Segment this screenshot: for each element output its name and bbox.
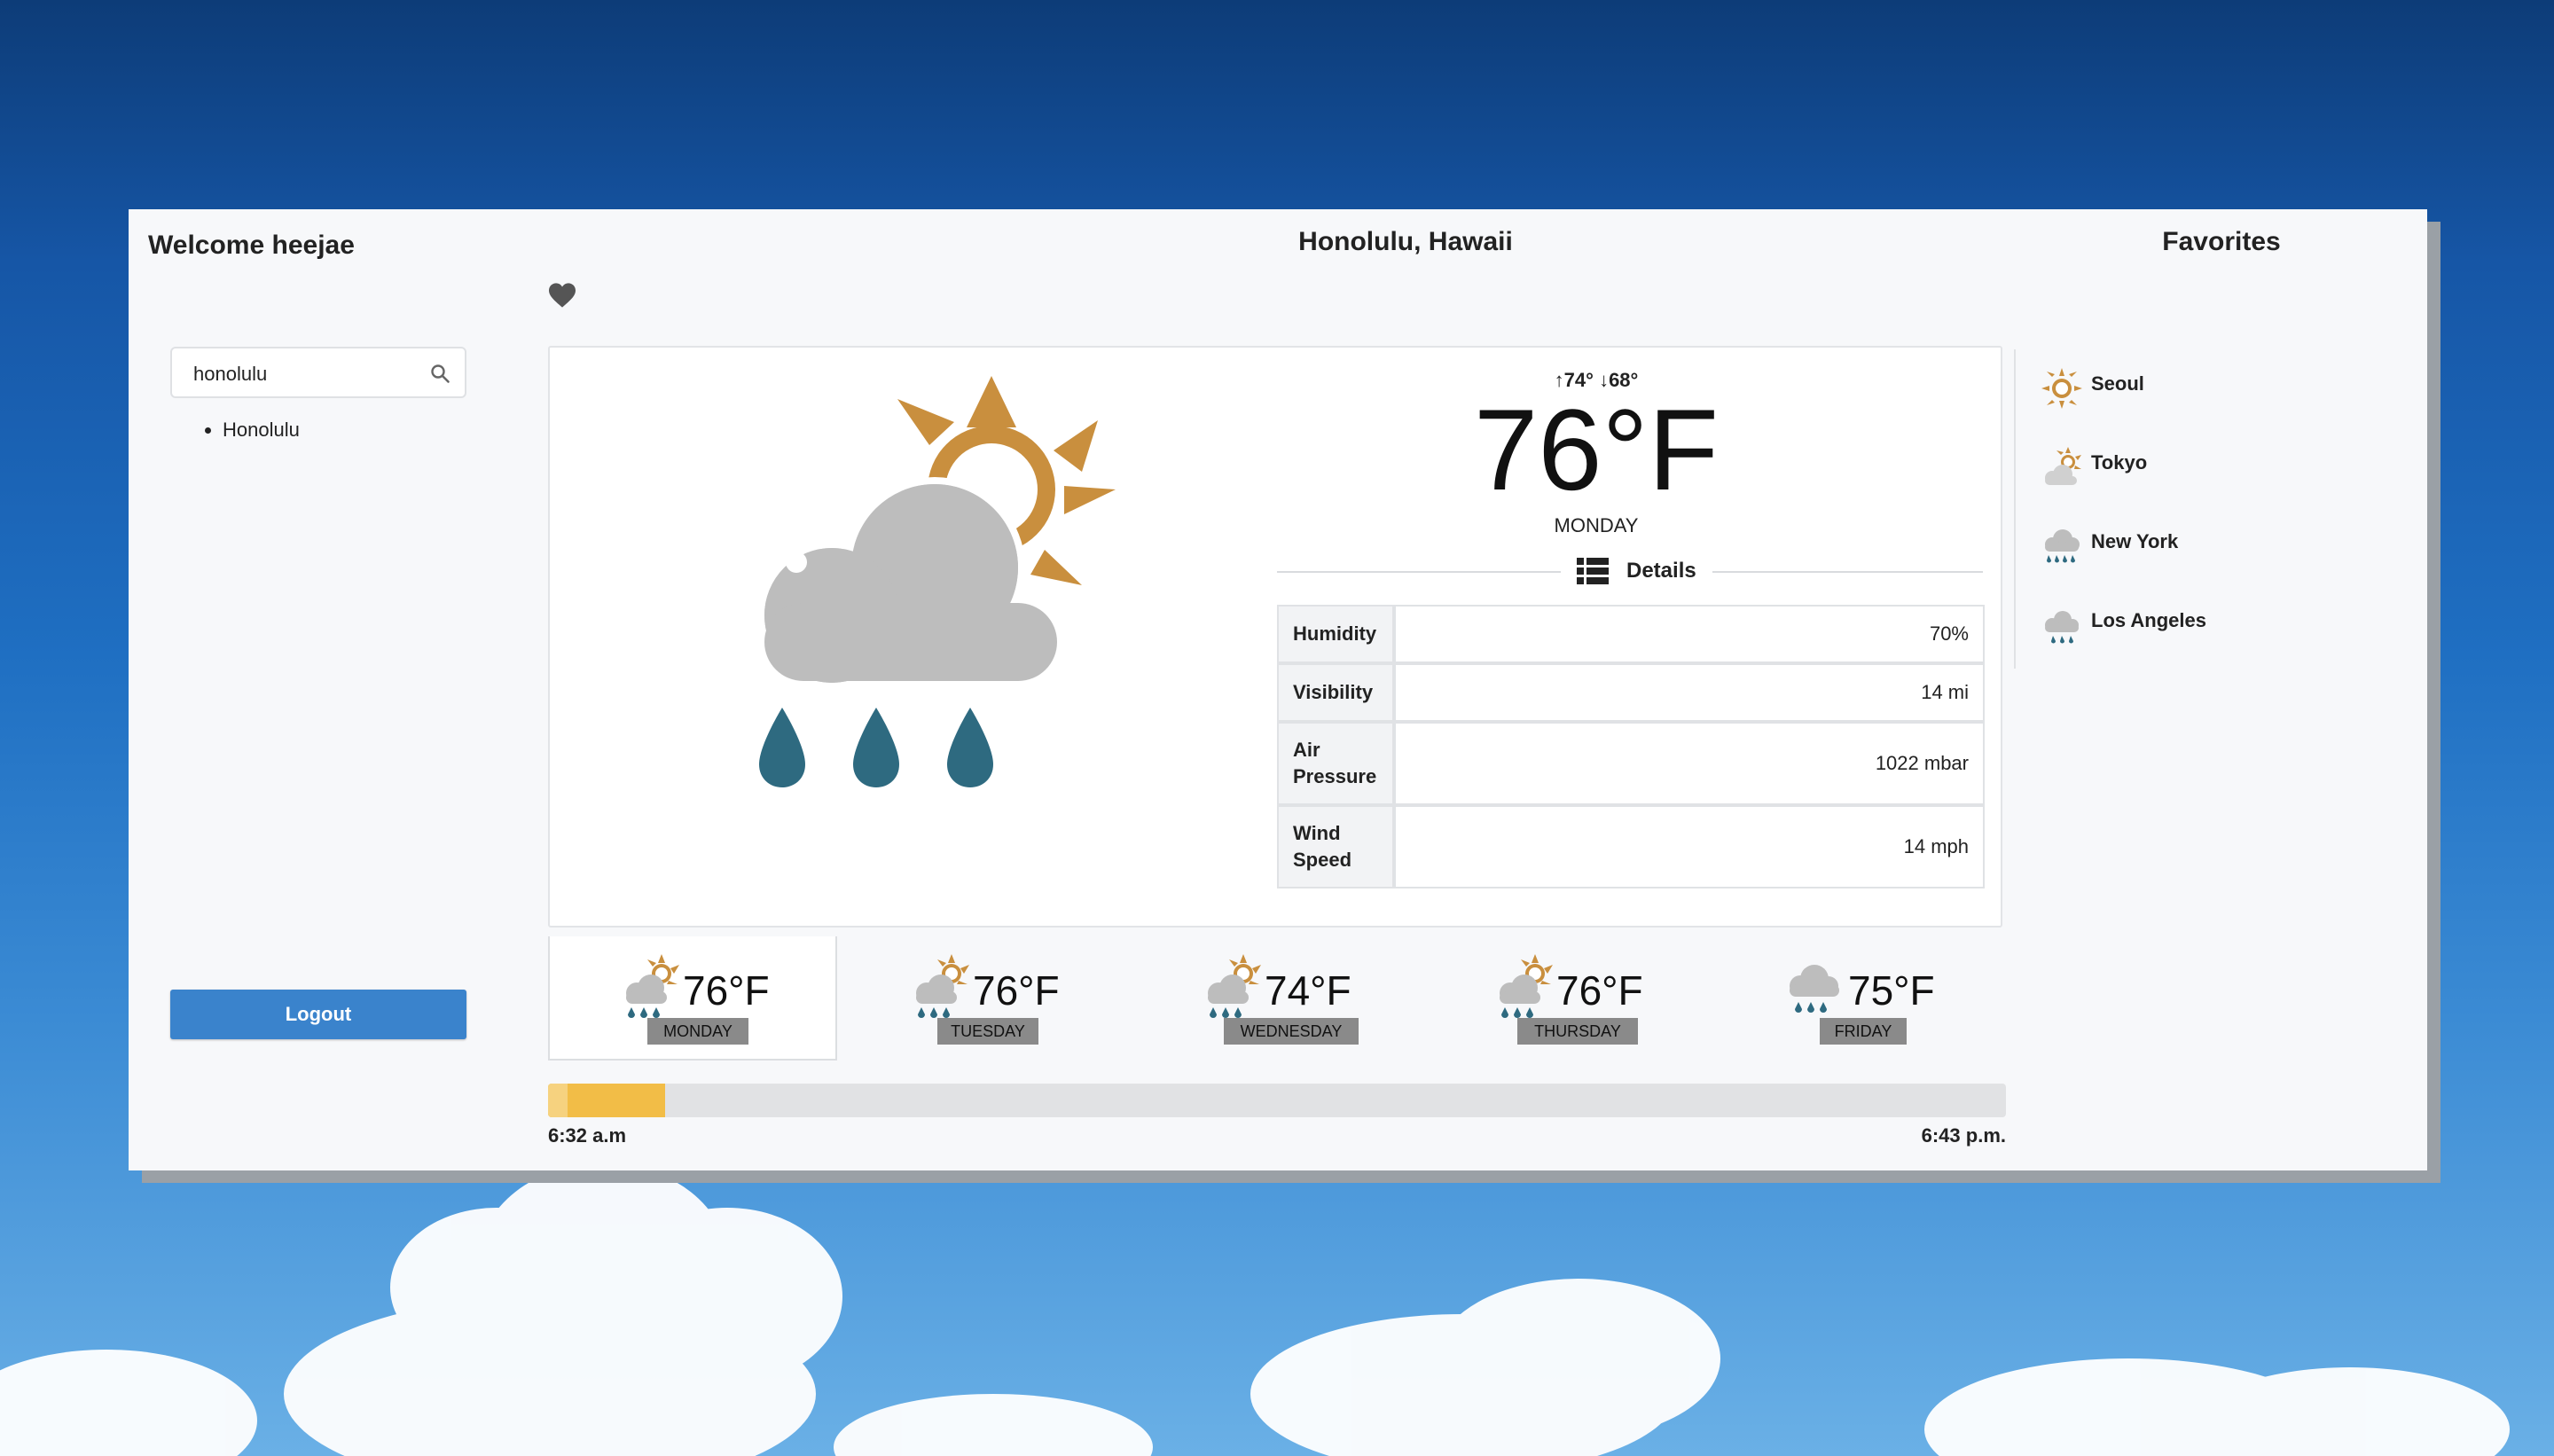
weather-card: Welcome heejae Honolulu, Hawaii Favorite… (129, 209, 2427, 1170)
rain-cloud-icon (2045, 529, 2080, 563)
rain-partly-sunny-icon (916, 954, 969, 1018)
table-row: Air Pressure 1022 mbar (1277, 722, 1985, 805)
table-row: Wind Speed 14 mph (1277, 805, 1985, 888)
detail-value: 14 mi (1394, 663, 1985, 722)
partly-sunny-icon (2045, 447, 2081, 485)
current-weather-panel: ↑74° ↓68° 76°F MONDAY Details Humidity 7… (548, 346, 2002, 928)
sunset-time: 6:43 p.m. (1921, 1124, 2006, 1147)
details-table: Humidity 70% Visibility 14 mi Air Pressu… (1277, 605, 1985, 888)
forecast-temp: 74°F (1265, 967, 1351, 1014)
sunrise-time: 6:32 a.m (548, 1124, 627, 1147)
search-input[interactable] (192, 359, 426, 389)
rain-cloud-icon (1790, 965, 1839, 1013)
favorites-title: Favorites (2162, 227, 2281, 256)
daylight-progress-cap (548, 1084, 568, 1117)
rain-partly-sunny-icon (1208, 954, 1261, 1018)
rain-partly-sunny-icon (1500, 954, 1553, 1018)
favorite-item-tokyo[interactable]: Tokyo (2040, 444, 2306, 523)
detail-value: 70% (1394, 605, 1985, 663)
favorites-divider (2014, 349, 2016, 669)
forecast-row: 76°F MONDAY 76°F TUESDAY 74°F WEDNESDAY (548, 936, 2002, 1061)
favorite-item-new-york[interactable]: New York (2040, 523, 2306, 602)
forecast-day-label: WEDNESDAY (1224, 1018, 1359, 1045)
welcome-text: Welcome heejae (148, 231, 355, 260)
forecast-day-tuesday[interactable]: 76°F TUESDAY (840, 936, 1129, 1061)
current-temp: 76°F (1474, 385, 1719, 514)
current-day: MONDAY (1554, 514, 1639, 536)
forecast-day-label: MONDAY (647, 1018, 748, 1045)
favorite-item-seoul[interactable]: Seoul (2040, 365, 2306, 444)
forecast-day-wednesday[interactable]: 74°F WEDNESDAY (1132, 936, 1421, 1061)
forecast-temp: 76°F (973, 967, 1060, 1014)
rain-partly-sunny-icon (757, 376, 1116, 787)
search-results: Honolulu (194, 419, 300, 442)
detail-value: 14 mph (1394, 805, 1985, 888)
daylight-progress-bar (548, 1084, 2006, 1117)
details-header: Details (1561, 555, 1712, 587)
search-icon[interactable] (429, 363, 450, 384)
favorite-name: Tokyo (2091, 451, 2148, 474)
favorite-name: Los Angeles (2091, 609, 2206, 631)
favorite-item-los-angeles[interactable]: Los Angeles (2040, 602, 2306, 681)
heart-icon[interactable] (547, 282, 577, 309)
forecast-temp: 75°F (1848, 967, 1935, 1014)
search-result-item[interactable]: Honolulu (223, 419, 300, 442)
table-row: Visibility 14 mi (1277, 663, 1985, 722)
forecast-day-monday[interactable]: 76°F MONDAY (548, 936, 837, 1061)
detail-value: 1022 mbar (1394, 722, 1985, 805)
forecast-temp: 76°F (683, 967, 770, 1014)
favorite-name: Seoul (2091, 372, 2144, 395)
rain-cloud-icon (2045, 611, 2079, 644)
detail-label: Air Pressure (1277, 722, 1394, 805)
detail-label: Wind Speed (1277, 805, 1394, 888)
logout-button[interactable]: Logout (170, 990, 466, 1039)
favorites-list: Seoul Tokyo New York Los Angeles (2040, 365, 2306, 681)
location-title: Honolulu, Hawaii (1298, 227, 1513, 256)
forecast-temp: 76°F (1556, 967, 1643, 1014)
sun-icon (2041, 368, 2082, 409)
forecast-day-friday[interactable]: 75°F FRIDAY (1715, 936, 2004, 1061)
rain-partly-sunny-icon (626, 954, 679, 1018)
forecast-day-label: FRIDAY (1820, 1018, 1907, 1045)
favorite-name: New York (2091, 530, 2179, 552)
forecast-day-label: TUESDAY (937, 1018, 1038, 1045)
table-row: Humidity 70% (1277, 605, 1985, 663)
detail-label: Visibility (1277, 663, 1394, 722)
forecast-day-label: THURSDAY (1517, 1018, 1638, 1045)
list-icon (1577, 558, 1609, 584)
background-clouds (0, 1163, 2510, 1456)
details-title: Details (1626, 559, 1696, 583)
forecast-day-thursday[interactable]: 76°F THURSDAY (1423, 936, 1712, 1061)
search-box (170, 347, 466, 398)
detail-label: Humidity (1277, 605, 1394, 663)
